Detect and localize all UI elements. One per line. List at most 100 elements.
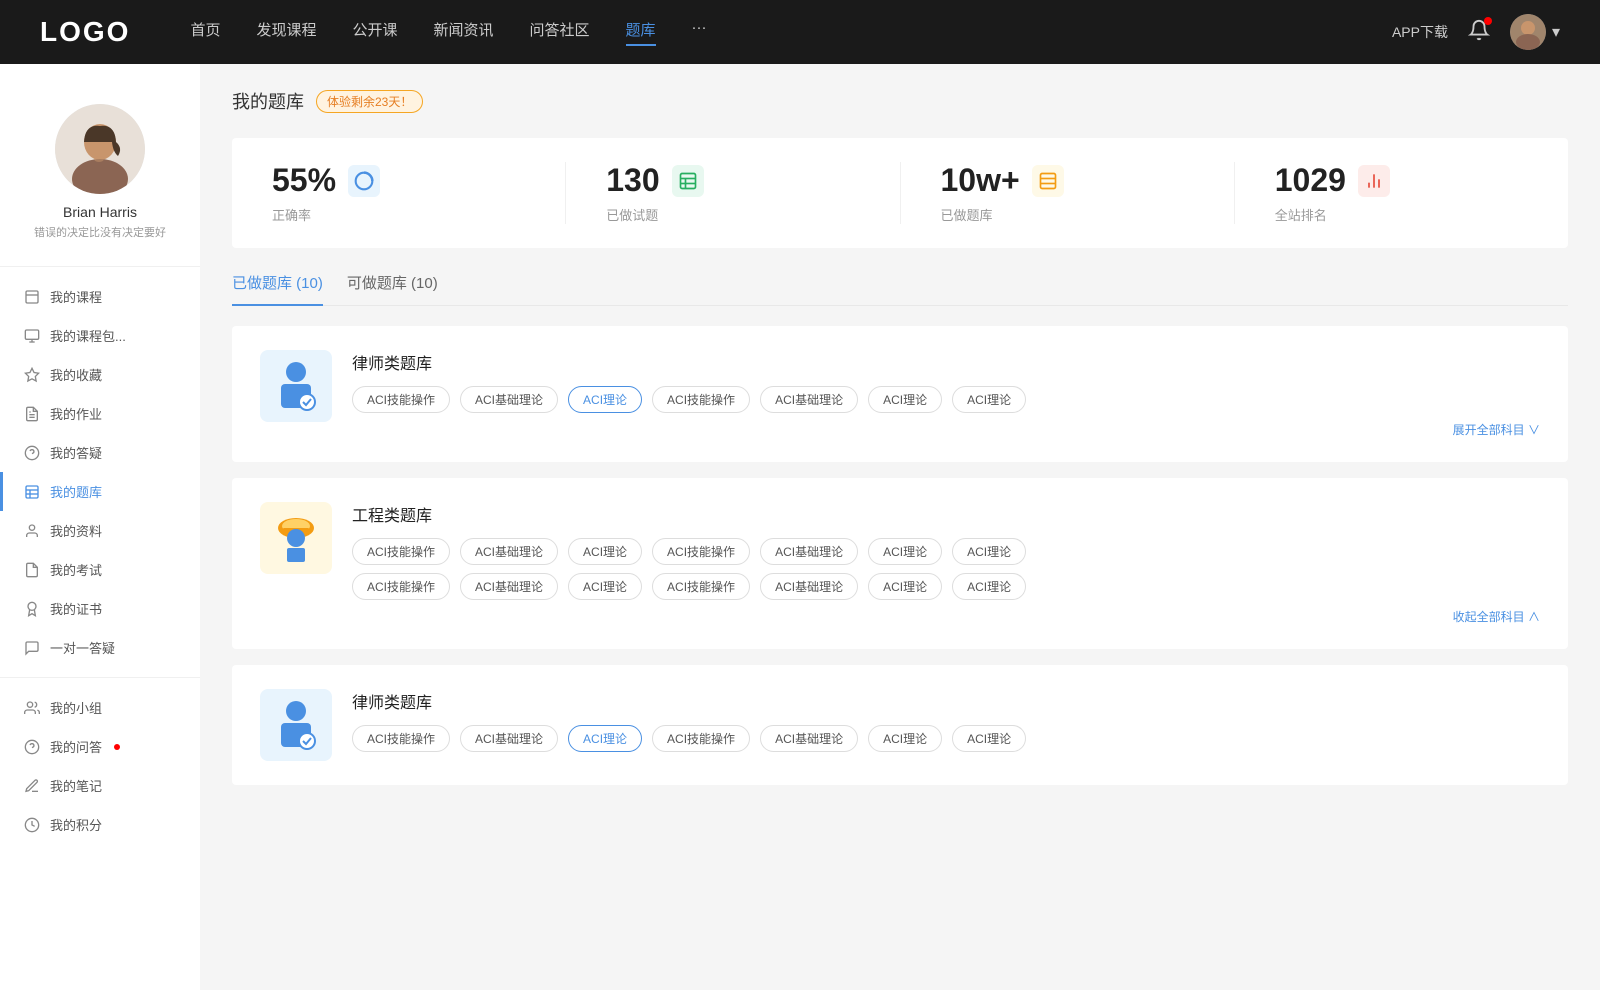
accuracy-icon bbox=[348, 165, 380, 197]
done-banks-value: 10w+ bbox=[941, 162, 1020, 199]
accuracy-value: 55% bbox=[272, 162, 336, 199]
nav-news[interactable]: 新闻资讯 bbox=[434, 19, 494, 46]
tag[interactable]: ACI理论 bbox=[868, 538, 942, 565]
sidebar-item-label: 我的问答 bbox=[50, 737, 102, 756]
stat-ranking: 1029 全站排名 bbox=[1235, 162, 1568, 224]
sidebar-item-group[interactable]: 我的小组 bbox=[0, 688, 200, 727]
user-avatar-menu[interactable]: ▾ bbox=[1510, 14, 1560, 50]
tag[interactable]: ACI技能操作 bbox=[652, 386, 750, 413]
done-questions-value: 130 bbox=[606, 162, 659, 199]
app-download-button[interactable]: APP下载 bbox=[1392, 22, 1448, 42]
sidebar-item-label: 我的积分 bbox=[50, 815, 102, 834]
sidebar-item-favorites[interactable]: 我的收藏 bbox=[0, 355, 200, 394]
logo[interactable]: LOGO bbox=[40, 16, 130, 48]
certificate-icon bbox=[24, 601, 40, 617]
stat-top: 10w+ bbox=[941, 162, 1064, 199]
tag[interactable]: ACI技能操作 bbox=[352, 573, 450, 600]
tag[interactable]: ACI理论 bbox=[952, 573, 1026, 600]
tag[interactable]: ACI理论 bbox=[568, 573, 642, 600]
expand-link-law1[interactable]: 展开全部科目 ∨ bbox=[352, 421, 1540, 438]
qbank-tags-law1: ACI技能操作 ACI基础理论 ACI理论 ACI技能操作 ACI基础理论 AC… bbox=[352, 386, 1540, 413]
sidebar-item-notes[interactable]: 我的笔记 bbox=[0, 766, 200, 805]
notification-bell[interactable] bbox=[1468, 19, 1490, 46]
chat-icon bbox=[24, 640, 40, 656]
courses-icon bbox=[24, 289, 40, 305]
nav-qa[interactable]: 问答社区 bbox=[530, 19, 590, 46]
collapse-link-engineering[interactable]: 收起全部科目 ∧ bbox=[352, 608, 1540, 625]
tag[interactable]: ACI技能操作 bbox=[652, 538, 750, 565]
tab-available-banks[interactable]: 可做题库 (10) bbox=[347, 272, 438, 305]
stat-done-banks: 10w+ 已做题库 bbox=[901, 162, 1235, 224]
sidebar-item-label: 我的作业 bbox=[50, 404, 102, 423]
tag[interactable]: ACI技能操作 bbox=[352, 725, 450, 752]
sidebar-item-label: 我的笔记 bbox=[50, 776, 102, 795]
tag-active[interactable]: ACI理论 bbox=[568, 386, 642, 413]
qbank-card-inner: 工程类题库 ACI技能操作 ACI基础理论 ACI理论 ACI技能操作 ACI基… bbox=[260, 502, 1540, 625]
sidebar-item-points[interactable]: 我的积分 bbox=[0, 805, 200, 844]
qbank-card-inner: 律师类题库 ACI技能操作 ACI基础理论 ACI理论 ACI技能操作 ACI基… bbox=[260, 350, 1540, 438]
sidebar-item-qa[interactable]: 我的答疑 bbox=[0, 433, 200, 472]
tag[interactable]: ACI基础理论 bbox=[760, 538, 858, 565]
sidebar-item-label: 我的收藏 bbox=[50, 365, 102, 384]
tag[interactable]: ACI基础理论 bbox=[460, 386, 558, 413]
page-title: 我的题库 bbox=[232, 88, 304, 114]
sidebar-item-one-on-one[interactable]: 一对一答疑 bbox=[0, 628, 200, 667]
navbar-right: APP下载 ▾ bbox=[1392, 14, 1560, 50]
nav-discover[interactable]: 发现课程 bbox=[256, 19, 316, 46]
avatar bbox=[55, 104, 145, 194]
nav-more[interactable]: ··· bbox=[692, 19, 707, 46]
sidebar-item-certificate[interactable]: 我的证书 bbox=[0, 589, 200, 628]
sidebar-item-profile-info[interactable]: 我的资料 bbox=[0, 511, 200, 550]
sidebar-item-label: 我的证书 bbox=[50, 599, 102, 618]
tag[interactable]: ACI理论 bbox=[952, 386, 1026, 413]
sidebar-item-course-packages[interactable]: 我的课程包... bbox=[0, 316, 200, 355]
tag[interactable]: ACI基础理论 bbox=[460, 538, 558, 565]
tab-done-banks[interactable]: 已做题库 (10) bbox=[232, 272, 323, 305]
qa-icon bbox=[24, 445, 40, 461]
done-questions-icon bbox=[672, 165, 704, 197]
stat-accuracy: 55% 正确率 bbox=[232, 162, 566, 224]
engineering-icon-wrap bbox=[260, 502, 332, 574]
sidebar-item-label: 我的课程包... bbox=[50, 326, 126, 345]
sidebar-item-label: 我的答疑 bbox=[50, 443, 102, 462]
qbank-card-law2: 律师类题库 ACI技能操作 ACI基础理论 ACI理论 ACI技能操作 ACI基… bbox=[232, 665, 1568, 785]
tag[interactable]: ACI技能操作 bbox=[652, 725, 750, 752]
nav-opencourse[interactable]: 公开课 bbox=[352, 19, 397, 46]
sidebar-divider-mid bbox=[0, 677, 200, 678]
tag[interactable]: ACI理论 bbox=[952, 725, 1026, 752]
sidebar-item-exam[interactable]: 我的考试 bbox=[0, 550, 200, 589]
tag[interactable]: ACI基础理论 bbox=[760, 725, 858, 752]
sidebar-item-courses[interactable]: 我的课程 bbox=[0, 277, 200, 316]
tag[interactable]: ACI技能操作 bbox=[352, 538, 450, 565]
sidebar-item-my-qa[interactable]: 我的问答 bbox=[0, 727, 200, 766]
tag-active[interactable]: ACI理论 bbox=[568, 725, 642, 752]
sidebar-divider-top bbox=[0, 266, 200, 267]
group-icon bbox=[24, 700, 40, 716]
trial-badge: 体验剩余23天！ bbox=[316, 90, 423, 113]
homework-icon bbox=[24, 406, 40, 422]
tag[interactable]: ACI理论 bbox=[868, 725, 942, 752]
tag[interactable]: ACI基础理论 bbox=[460, 725, 558, 752]
law2-icon-wrap bbox=[260, 689, 332, 761]
nav-home[interactable]: 首页 bbox=[190, 19, 220, 46]
tag[interactable]: ACI理论 bbox=[568, 538, 642, 565]
nav-questionbank[interactable]: 题库 bbox=[626, 19, 656, 46]
tag[interactable]: ACI基础理论 bbox=[760, 386, 858, 413]
sidebar-item-label: 我的资料 bbox=[50, 521, 102, 540]
main-content: 我的题库 体验剩余23天！ 55% 正确率 13 bbox=[200, 64, 1600, 990]
tag[interactable]: ACI基础理论 bbox=[760, 573, 858, 600]
tag[interactable]: ACI技能操作 bbox=[352, 386, 450, 413]
tag[interactable]: ACI理论 bbox=[868, 386, 942, 413]
main-layout: Brian Harris 错误的决定比没有决定要好 我的课程 我的课程包... … bbox=[0, 64, 1600, 990]
profile-icon bbox=[24, 523, 40, 539]
qbank-card-engineering: 工程类题库 ACI技能操作 ACI基础理论 ACI理论 ACI技能操作 ACI基… bbox=[232, 478, 1568, 649]
tag[interactable]: ACI理论 bbox=[868, 573, 942, 600]
tag[interactable]: ACI技能操作 bbox=[652, 573, 750, 600]
sidebar-item-homework[interactable]: 我的作业 bbox=[0, 394, 200, 433]
sidebar-item-question-bank[interactable]: 我的题库 bbox=[0, 472, 200, 511]
qbank-title-law1: 律师类题库 bbox=[352, 350, 1540, 374]
tag[interactable]: ACI理论 bbox=[952, 538, 1026, 565]
stat-top: 130 bbox=[606, 162, 703, 199]
ranking-value: 1029 bbox=[1275, 162, 1346, 199]
tag[interactable]: ACI基础理论 bbox=[460, 573, 558, 600]
